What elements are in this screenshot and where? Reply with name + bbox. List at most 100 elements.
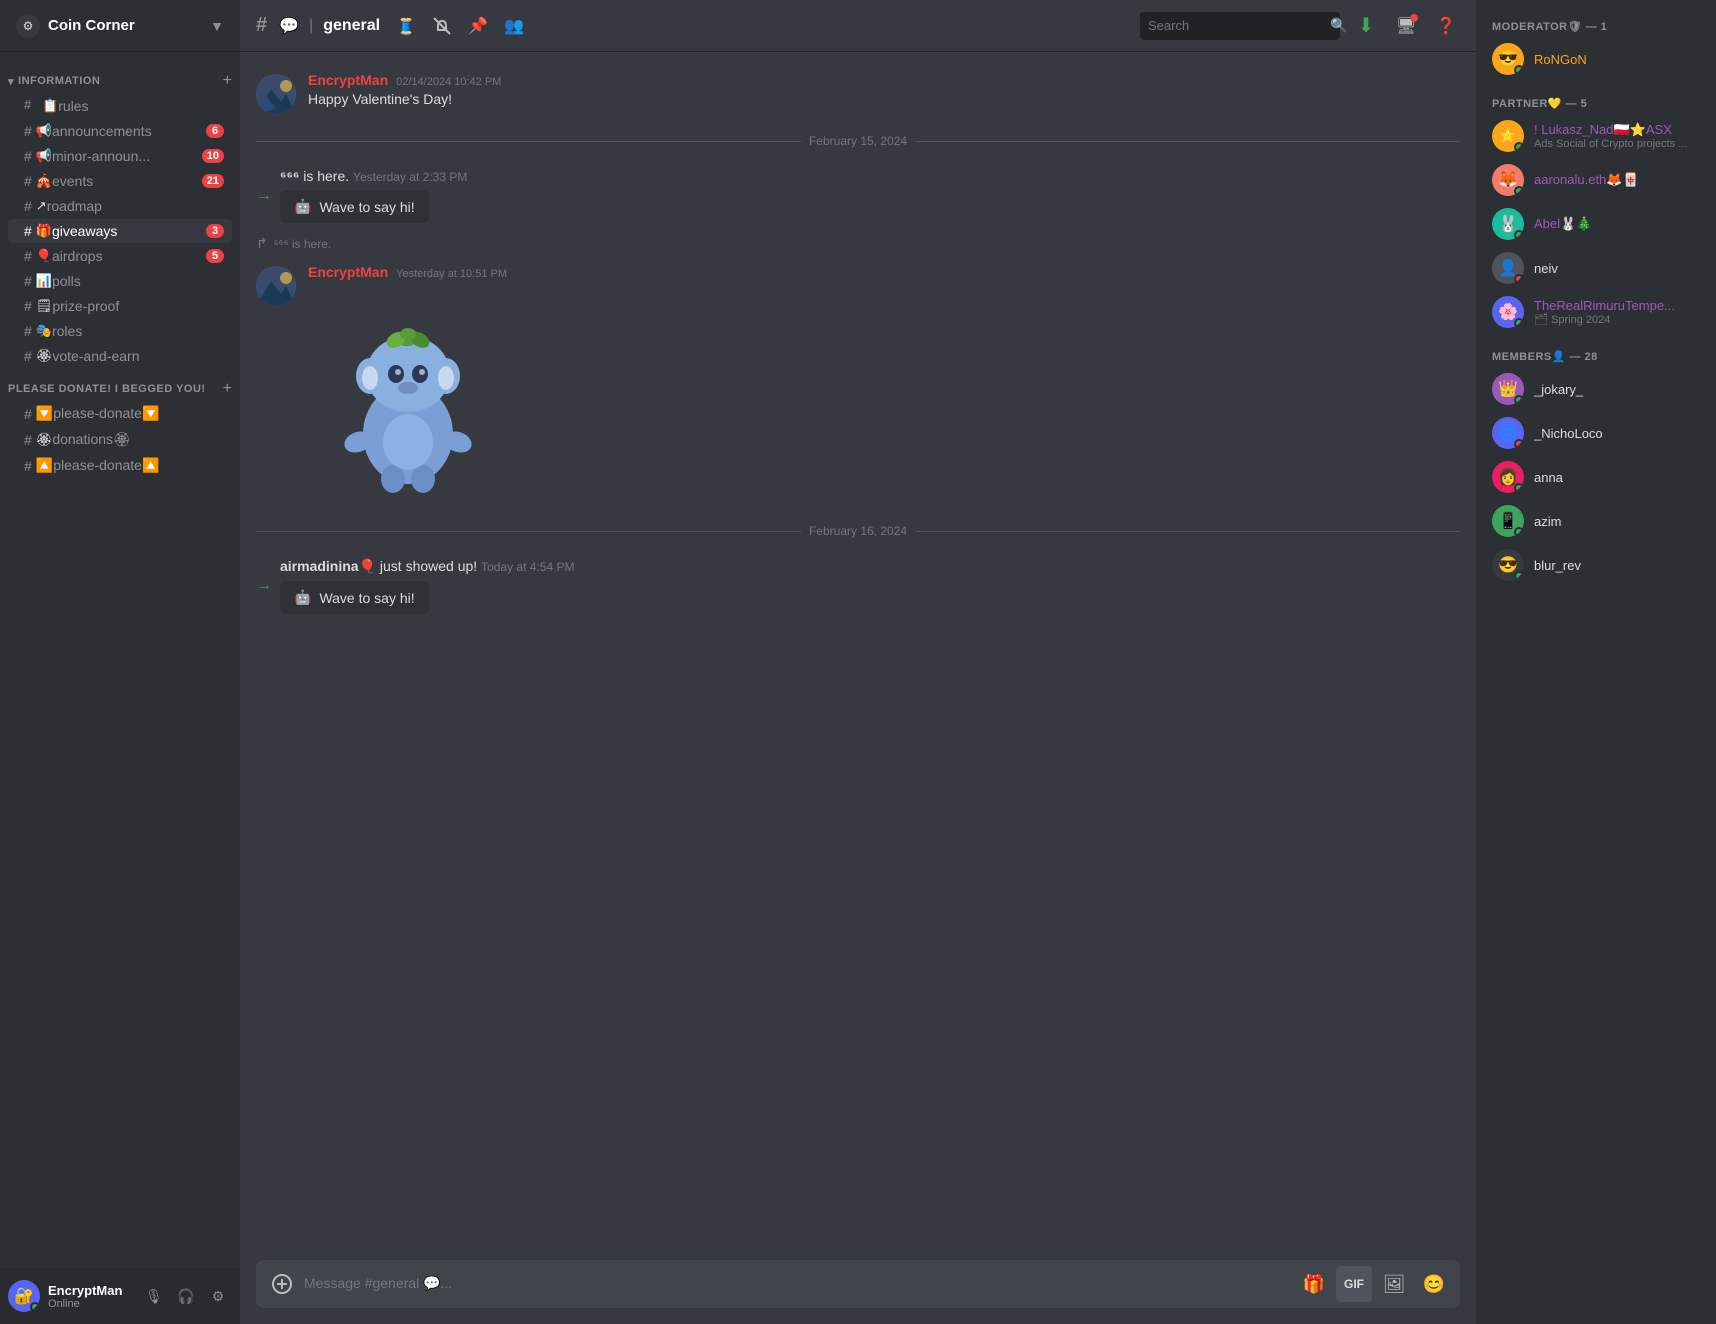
download-button[interactable]: ⬇ bbox=[1352, 12, 1380, 40]
channel-hash-icon12: # bbox=[24, 406, 32, 422]
category-donate-add[interactable]: + bbox=[223, 380, 232, 398]
channel-please-1-label: 🔽please-donate🔽 bbox=[36, 405, 224, 422]
member-subtext-lukasz: Ads Social of Crypto projects ... bbox=[1534, 138, 1700, 150]
help-button[interactable]: ❓ bbox=[1432, 12, 1460, 40]
category-information[interactable]: ▾ INFORMATION + bbox=[0, 68, 240, 92]
wave-button-1[interactable]: 🤖 Wave to say hi! bbox=[280, 190, 429, 223]
member-item-azim[interactable]: 📱 azim bbox=[1484, 499, 1708, 543]
member-item-blur-rev[interactable]: 😎 blur_rev bbox=[1484, 543, 1708, 587]
deafen-button[interactable]: 🎧 bbox=[172, 1282, 200, 1310]
channel-roles-label: roles bbox=[52, 323, 224, 339]
message-input-bar: 🎁 GIF 🖼 😊 bbox=[256, 1260, 1460, 1308]
reply-arrow-icon: ↱ bbox=[256, 235, 268, 252]
channel-item-prize-proof[interactable]: # 🗒 prize-proof bbox=[8, 294, 232, 318]
gift-button[interactable]: 🎁 bbox=[1296, 1266, 1332, 1302]
mute-channel-button[interactable] bbox=[428, 12, 456, 40]
wave-label-1: Wave to say hi! bbox=[319, 199, 414, 215]
main-content: # 💬 | general 🧵 📌 👥 🔍 ⬇ 🖥 bbox=[240, 0, 1476, 1324]
member-item-jokary[interactable]: 👑 _jokary_ bbox=[1484, 367, 1708, 411]
message-timestamp-1: 02/14/2024 10:42 PM bbox=[396, 76, 501, 88]
moderators-section: MODERATOR🛡 — 1 😎 RoNGoN bbox=[1476, 12, 1716, 81]
channel-hash-icon9: # bbox=[24, 298, 32, 314]
channel-header-name: general bbox=[323, 17, 380, 35]
channel-prize-label: prize-proof bbox=[52, 298, 224, 314]
member-avatar-jokary: 👑 bbox=[1492, 373, 1524, 405]
screen-button[interactable]: 🖥 bbox=[1392, 12, 1420, 40]
moderators-header: MODERATOR🛡 — 1 bbox=[1476, 12, 1716, 37]
category-donate[interactable]: PLEASE DONATE! I BEGGED YOU! + bbox=[0, 376, 240, 400]
member-item-neiv[interactable]: 👤 neiv bbox=[1484, 246, 1708, 290]
channel-polls-label: polls bbox=[52, 273, 224, 289]
channel-item-polls[interactable]: # 📊 polls bbox=[8, 269, 232, 293]
member-info-lukasz: ! Lukasz_Nad🇵🇱⭐ASX Ads Social of Crypto … bbox=[1534, 122, 1700, 150]
channel-item-minor-announ[interactable]: # 📢 minor-announ... 10 bbox=[8, 144, 232, 168]
gif-button[interactable]: GIF bbox=[1336, 1266, 1372, 1302]
member-item-aaronalu[interactable]: 🦊 aaronalu.eth🦊🀄 bbox=[1484, 158, 1708, 202]
member-item-thereal[interactable]: 🌸 TheRealRimuruTempe... 🗂 Spring 2024 bbox=[1484, 290, 1708, 334]
channel-list: ▾ INFORMATION + # 📋 rules # 📢 announceme… bbox=[0, 52, 240, 1268]
channel-item-please-donate-2[interactable]: # 🔼please-donate🔼 bbox=[8, 453, 232, 478]
search-input[interactable] bbox=[1148, 18, 1324, 33]
threads-button[interactable]: 🧵 bbox=[392, 12, 420, 40]
system-user-2: airmadinina🎈 bbox=[280, 558, 376, 574]
system-action-2: just showed up! bbox=[380, 558, 481, 574]
channel-item-events[interactable]: # 🎪 events 21 bbox=[8, 169, 232, 193]
category-add-icon[interactable]: + bbox=[223, 72, 232, 90]
member-name-neiv: neiv bbox=[1534, 261, 1700, 276]
channel-item-donations[interactable]: # 🏵 donations🏵 bbox=[8, 427, 232, 452]
system-message-666: → ⁶⁶⁶ is here. Yesterday at 2:33 PM 🤖 Wa… bbox=[240, 164, 1476, 227]
pin-button[interactable]: 📌 bbox=[464, 12, 492, 40]
message-avatar-encryptman-2 bbox=[256, 266, 296, 306]
system-user-1: ⁶⁶⁶ bbox=[280, 168, 299, 184]
message-header-1: EncryptMan 02/14/2024 10:42 PM bbox=[308, 72, 1460, 88]
channel-hash-icon13: # bbox=[24, 432, 32, 448]
member-item-lukasz[interactable]: ⭐ ! Lukasz_Nad🇵🇱⭐ASX Ads Social of Crypt… bbox=[1484, 114, 1708, 158]
member-status-nicholoco bbox=[1514, 439, 1524, 449]
right-panel: MODERATOR🛡 — 1 😎 RoNGoN PARTNER💛 — 5 ⭐ !… bbox=[1476, 0, 1716, 1324]
wave-button-2[interactable]: 🤖 Wave to say hi! bbox=[280, 581, 429, 614]
channel-item-announcements[interactable]: # 📢 announcements 6 bbox=[8, 119, 232, 143]
member-avatar-anna: 👩 bbox=[1492, 461, 1524, 493]
mute-button[interactable]: 🎙 bbox=[140, 1282, 168, 1310]
member-item-anna[interactable]: 👩 anna bbox=[1484, 455, 1708, 499]
search-bar[interactable]: 🔍 bbox=[1140, 12, 1340, 40]
member-avatar-blur-rev: 😎 bbox=[1492, 549, 1524, 581]
member-name-thereal: TheRealRimuruTempe... bbox=[1534, 298, 1700, 313]
channel-item-roles[interactable]: # 🎭 roles bbox=[8, 319, 232, 343]
user-controls: 🎙 🎧 ⚙ bbox=[140, 1282, 232, 1310]
member-name-jokary: _jokary_ bbox=[1534, 382, 1700, 397]
channel-item-roadmap[interactable]: # ↗ roadmap bbox=[8, 194, 232, 218]
channel-item-giveaways[interactable]: # 🎁 giveaways 3 bbox=[8, 219, 232, 243]
sticker-button[interactable]: 🖼 bbox=[1376, 1266, 1412, 1302]
member-info-thereal: TheRealRimuruTempe... 🗂 Spring 2024 bbox=[1534, 298, 1700, 326]
channel-item-airdrops[interactable]: # 🎈 airdrops 5 bbox=[8, 244, 232, 268]
member-status-aaronalu bbox=[1514, 186, 1524, 196]
channel-rules-label: rules bbox=[58, 98, 224, 114]
category-information-label: ▾ INFORMATION bbox=[8, 75, 100, 88]
channel-hash-icon-header: # bbox=[256, 14, 267, 37]
member-item-nicholoco[interactable]: 🌀 _NichoLoco bbox=[1484, 411, 1708, 455]
message-input-field[interactable] bbox=[304, 1274, 1292, 1294]
member-avatar-rongon: 😎 bbox=[1492, 43, 1524, 75]
member-avatar-azim: 📱 bbox=[1492, 505, 1524, 537]
members-list-button[interactable]: 👥 bbox=[500, 12, 528, 40]
channel-item-please-donate-1[interactable]: # 🔽please-donate🔽 bbox=[8, 401, 232, 426]
user-info: EncryptMan Online bbox=[48, 1283, 132, 1310]
wave-bot-icon-2: 🤖 bbox=[294, 589, 311, 606]
member-name-rongon: RoNGoN bbox=[1534, 52, 1700, 67]
wave-label-2: Wave to say hi! bbox=[319, 590, 414, 606]
message-row: EncryptMan 02/14/2024 10:42 PM Happy Val… bbox=[240, 68, 1476, 118]
settings-button[interactable]: ⚙ bbox=[204, 1282, 232, 1310]
channel-item-rules[interactable]: # 📋 rules bbox=[8, 93, 232, 118]
member-item-abel[interactable]: 🐰 Abel🐰🎄 bbox=[1484, 202, 1708, 246]
member-item-rongon[interactable]: 😎 RoNGoN bbox=[1484, 37, 1708, 81]
channel-item-vote-earn[interactable]: # 🏵 vote-and-earn bbox=[8, 344, 232, 368]
server-header-left: ⚙ Coin Corner bbox=[16, 14, 135, 38]
system-message-content-1: ⁶⁶⁶ is here. Yesterday at 2:33 PM 🤖 Wave… bbox=[280, 168, 467, 223]
system-message-content-2: airmadinina🎈 just showed up! Today at 4:… bbox=[280, 558, 574, 614]
emoji-button[interactable]: 😊 bbox=[1416, 1266, 1452, 1302]
add-file-button[interactable] bbox=[264, 1266, 300, 1302]
member-name-anna: anna bbox=[1534, 470, 1700, 485]
server-header[interactable]: ⚙ Coin Corner ▼ bbox=[0, 0, 240, 52]
date-divider-feb16: February 16, 2024 bbox=[256, 524, 1460, 538]
